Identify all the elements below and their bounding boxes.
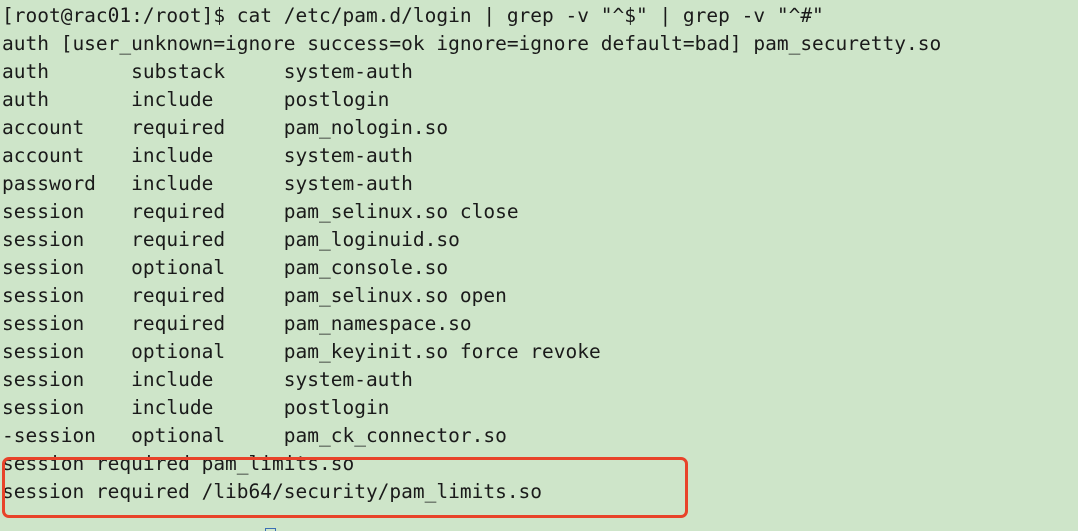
output-line: auth [user_unknown=ignore success=ok ign… <box>2 32 942 55</box>
output-line: session required pam_namespace.so <box>2 312 472 335</box>
output-line: account include system-auth <box>2 144 413 167</box>
prompt-line: [root@rac01:/root]$ cat /etc/pam.d/login… <box>2 4 824 27</box>
output-line: auth include postlogin <box>2 88 390 111</box>
terminal-window[interactable]: [root@rac01:/root]$ cat /etc/pam.d/login… <box>0 0 1078 531</box>
output-line: session required pam_selinux.so open <box>2 284 507 307</box>
output-line: session required pam_selinux.so close <box>2 200 519 223</box>
output-line: session include postlogin <box>2 396 390 419</box>
output-line: session optional pam_keyinit.so force re… <box>2 340 601 363</box>
terminal-screen: [root@rac01:/root]$ cat /etc/pam.d/login… <box>2 2 1078 506</box>
output-line: password include system-auth <box>2 172 413 195</box>
output-line: session include system-auth <box>2 368 413 391</box>
output-line: account required pam_nologin.so <box>2 116 449 139</box>
highlighted-output-line: session required pam_limits.so <box>2 452 355 475</box>
output-line: session optional pam_console.so <box>2 256 449 279</box>
highlighted-output-line: session required /lib64/security/pam_lim… <box>2 480 543 503</box>
output-line: session required pam_loginuid.so <box>2 228 460 251</box>
output-line: auth substack system-auth <box>2 60 413 83</box>
output-line: -session optional pam_ck_connector.so <box>2 424 507 447</box>
